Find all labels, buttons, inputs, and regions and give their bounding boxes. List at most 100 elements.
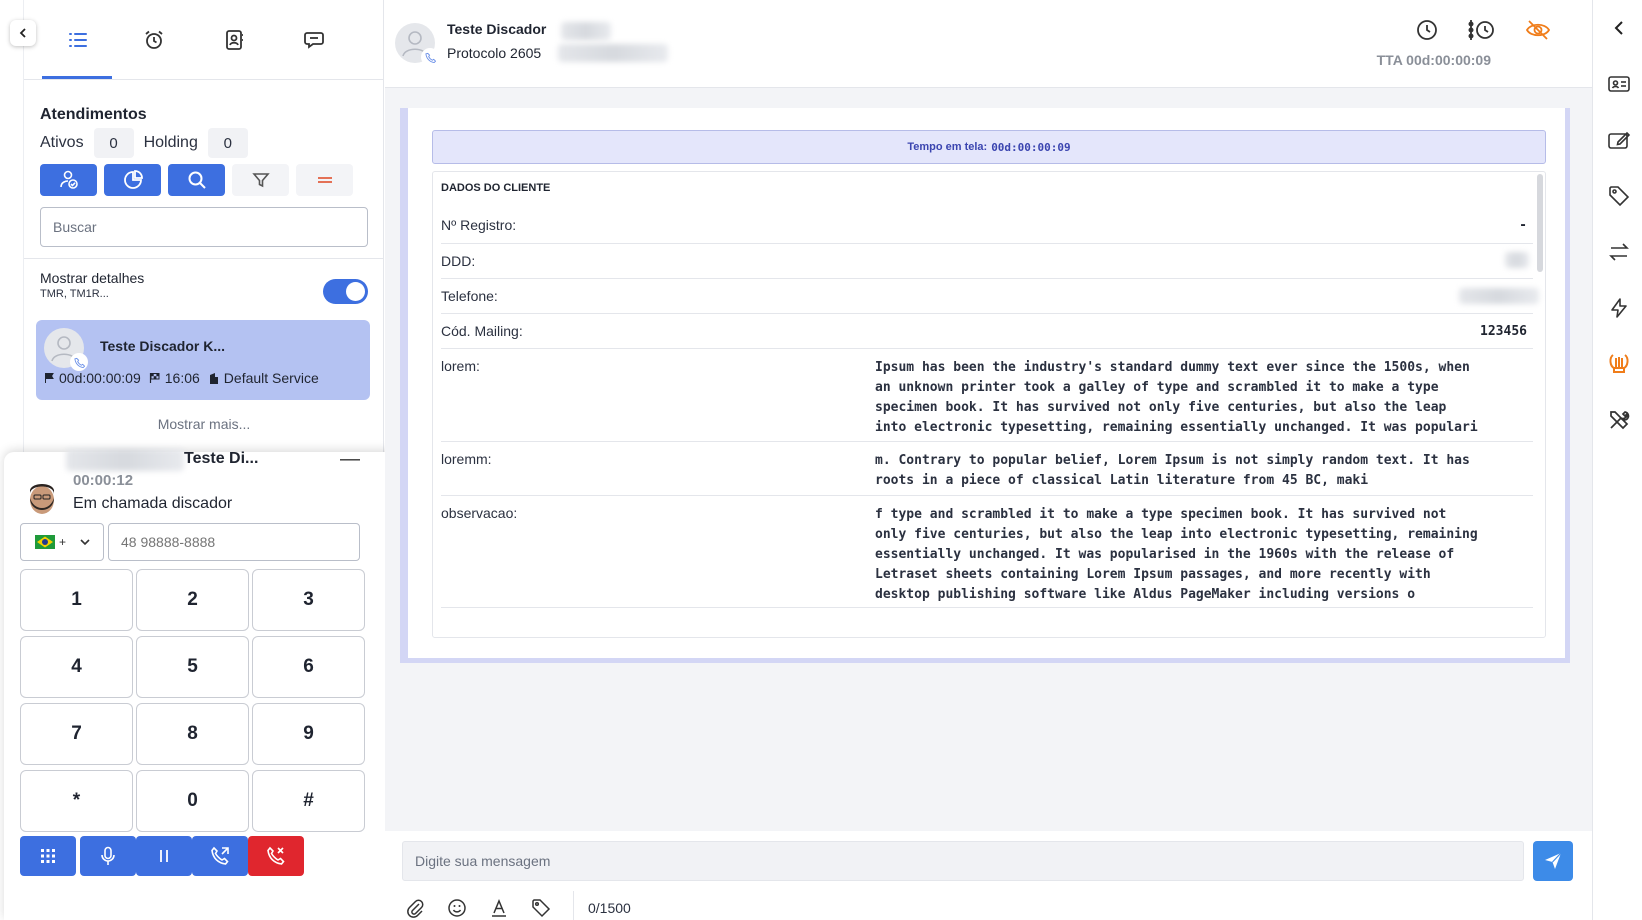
- rail-edit-button[interactable]: [1607, 128, 1631, 152]
- active-tab-indicator: [42, 76, 112, 79]
- message-input[interactable]: [402, 841, 1524, 881]
- history-button[interactable]: [1415, 18, 1439, 42]
- timeline-button[interactable]: [1467, 18, 1497, 42]
- my-tickets-button[interactable]: [40, 164, 97, 196]
- list-icon: [69, 33, 87, 47]
- dial-key-4[interactable]: 4: [20, 636, 133, 698]
- ticket-meta: 00d:00:00:09 16:06 Default Service: [44, 370, 319, 386]
- field-value-loremm: m. Contrary to popular belief, Lorem Ips…: [875, 453, 1470, 488]
- bearded-man-avatar-icon: [30, 484, 54, 514]
- user-check-icon: [59, 170, 78, 189]
- dial-key-2[interactable]: 2: [136, 569, 249, 631]
- show-more-link[interactable]: Mostrar mais...: [24, 416, 384, 432]
- dial-key-0[interactable]: 0: [136, 770, 249, 832]
- tab-chat[interactable]: [294, 22, 334, 58]
- blurred-name: [561, 22, 611, 40]
- chevron-down-icon: [80, 539, 90, 546]
- char-counter: 0/1500: [588, 900, 631, 916]
- section-title: Atendimentos: [40, 106, 147, 123]
- emoji-button[interactable]: [447, 898, 467, 918]
- tab-contacts[interactable]: [214, 22, 254, 58]
- search-button[interactable]: [168, 164, 225, 196]
- right-rail: [1592, 0, 1642, 920]
- country-code: +: [59, 535, 67, 549]
- hold-button[interactable]: [136, 836, 192, 876]
- phone-hangup-icon: [267, 846, 285, 865]
- tab-list[interactable]: [58, 22, 98, 58]
- ticket-name: Teste Discador K...: [100, 338, 226, 354]
- composer-toolbar: 0/1500: [405, 891, 631, 920]
- ticket-service: Default Service: [223, 370, 319, 386]
- dial-key-hash[interactable]: #: [252, 770, 365, 832]
- dial-key-8[interactable]: 8: [136, 703, 249, 765]
- phone-number-input[interactable]: [108, 523, 360, 561]
- filter-button[interactable]: [232, 164, 289, 196]
- transfer-call-button[interactable]: [192, 836, 248, 876]
- rail-lyre-button[interactable]: [1607, 352, 1631, 376]
- tag-button[interactable]: [531, 898, 551, 918]
- row-divider: [441, 441, 1533, 442]
- rail-contact-card-button[interactable]: [1607, 72, 1631, 96]
- row-divider: [441, 495, 1533, 496]
- hangup-button[interactable]: [248, 836, 304, 876]
- attach-button[interactable]: [405, 898, 425, 918]
- eye-off-icon: [1525, 20, 1551, 40]
- search-input[interactable]: [40, 207, 368, 247]
- field-value-lorem: Ipsum has been the industry's standard d…: [875, 360, 1478, 435]
- field-label-registro: Nº Registro:: [441, 217, 517, 233]
- field-label-telefone: Telefone:: [441, 288, 498, 304]
- field-value-observacao: f type and scrambled it to make a type s…: [875, 507, 1478, 602]
- dial-key-1[interactable]: 1: [20, 569, 133, 631]
- sort-button[interactable]: [296, 164, 353, 196]
- toolbar-divider: [573, 891, 574, 920]
- softphone-contact-name: Teste Di...: [184, 450, 259, 467]
- smiley-icon: [448, 899, 466, 917]
- field-label-observacao: observacao:: [441, 505, 518, 521]
- field-label-loremm: loremm:: [441, 451, 492, 467]
- lightning-icon: [1611, 298, 1627, 318]
- client-data-title: DADOS DO CLIENTE: [441, 182, 551, 194]
- dial-key-star[interactable]: *: [20, 770, 133, 832]
- ticket-card[interactable]: Teste Discador K... 00d:00:00:09 16:06 D…: [36, 320, 370, 400]
- dial-key-9[interactable]: 9: [252, 703, 365, 765]
- send-button[interactable]: [1533, 841, 1573, 881]
- dial-key-6[interactable]: 6: [252, 636, 365, 698]
- mute-button[interactable]: [80, 836, 136, 876]
- dial-key-5[interactable]: 5: [136, 636, 249, 698]
- stats-button[interactable]: [104, 164, 161, 196]
- transfer-icon: [1609, 243, 1629, 261]
- divider: [24, 258, 384, 259]
- filter-icon: [251, 173, 270, 188]
- id-card-icon: [1608, 76, 1630, 92]
- tab-alarm[interactable]: [134, 22, 174, 58]
- phone-badge: [421, 48, 439, 66]
- search-icon: [188, 171, 206, 189]
- text-format-button[interactable]: [489, 898, 509, 918]
- equals-icon: [317, 177, 332, 183]
- dial-key-3[interactable]: 3: [252, 569, 365, 631]
- dial-key-7[interactable]: 7: [20, 703, 133, 765]
- tag-icon: [1609, 186, 1630, 207]
- pie-chart-icon: [123, 170, 143, 189]
- contact-avatar: [395, 23, 439, 66]
- country-select[interactable]: +: [20, 523, 104, 561]
- client-box-scrollbar[interactable]: [1537, 174, 1543, 272]
- rail-tools-button[interactable]: [1607, 408, 1631, 432]
- details-toggle-sub: TMR, TM1R...: [40, 288, 109, 300]
- rail-quick-actions-button[interactable]: [1607, 296, 1631, 320]
- details-toggle[interactable]: [323, 279, 368, 304]
- details-toggle-label: Mostrar detalhes: [40, 270, 145, 286]
- rail-collapse-button[interactable]: [1607, 16, 1631, 40]
- details-toggle-labels: Mostrar detalhes TMR, TM1R...: [40, 270, 144, 300]
- rail-transfer-button[interactable]: [1607, 240, 1631, 264]
- keypad-button[interactable]: [20, 836, 76, 876]
- holding-count: 0: [207, 128, 248, 158]
- pause-icon: [160, 850, 168, 862]
- rail-tags-button[interactable]: [1607, 184, 1631, 208]
- hide-button[interactable]: [1525, 18, 1551, 42]
- blurred-protocol: [558, 44, 668, 62]
- field-label-mailing: Cód. Mailing:: [441, 323, 523, 339]
- minimize-button[interactable]: —: [340, 448, 360, 471]
- field-value-telefone-redacted: [1459, 288, 1539, 304]
- field-value-ddd-redacted: [1505, 252, 1529, 268]
